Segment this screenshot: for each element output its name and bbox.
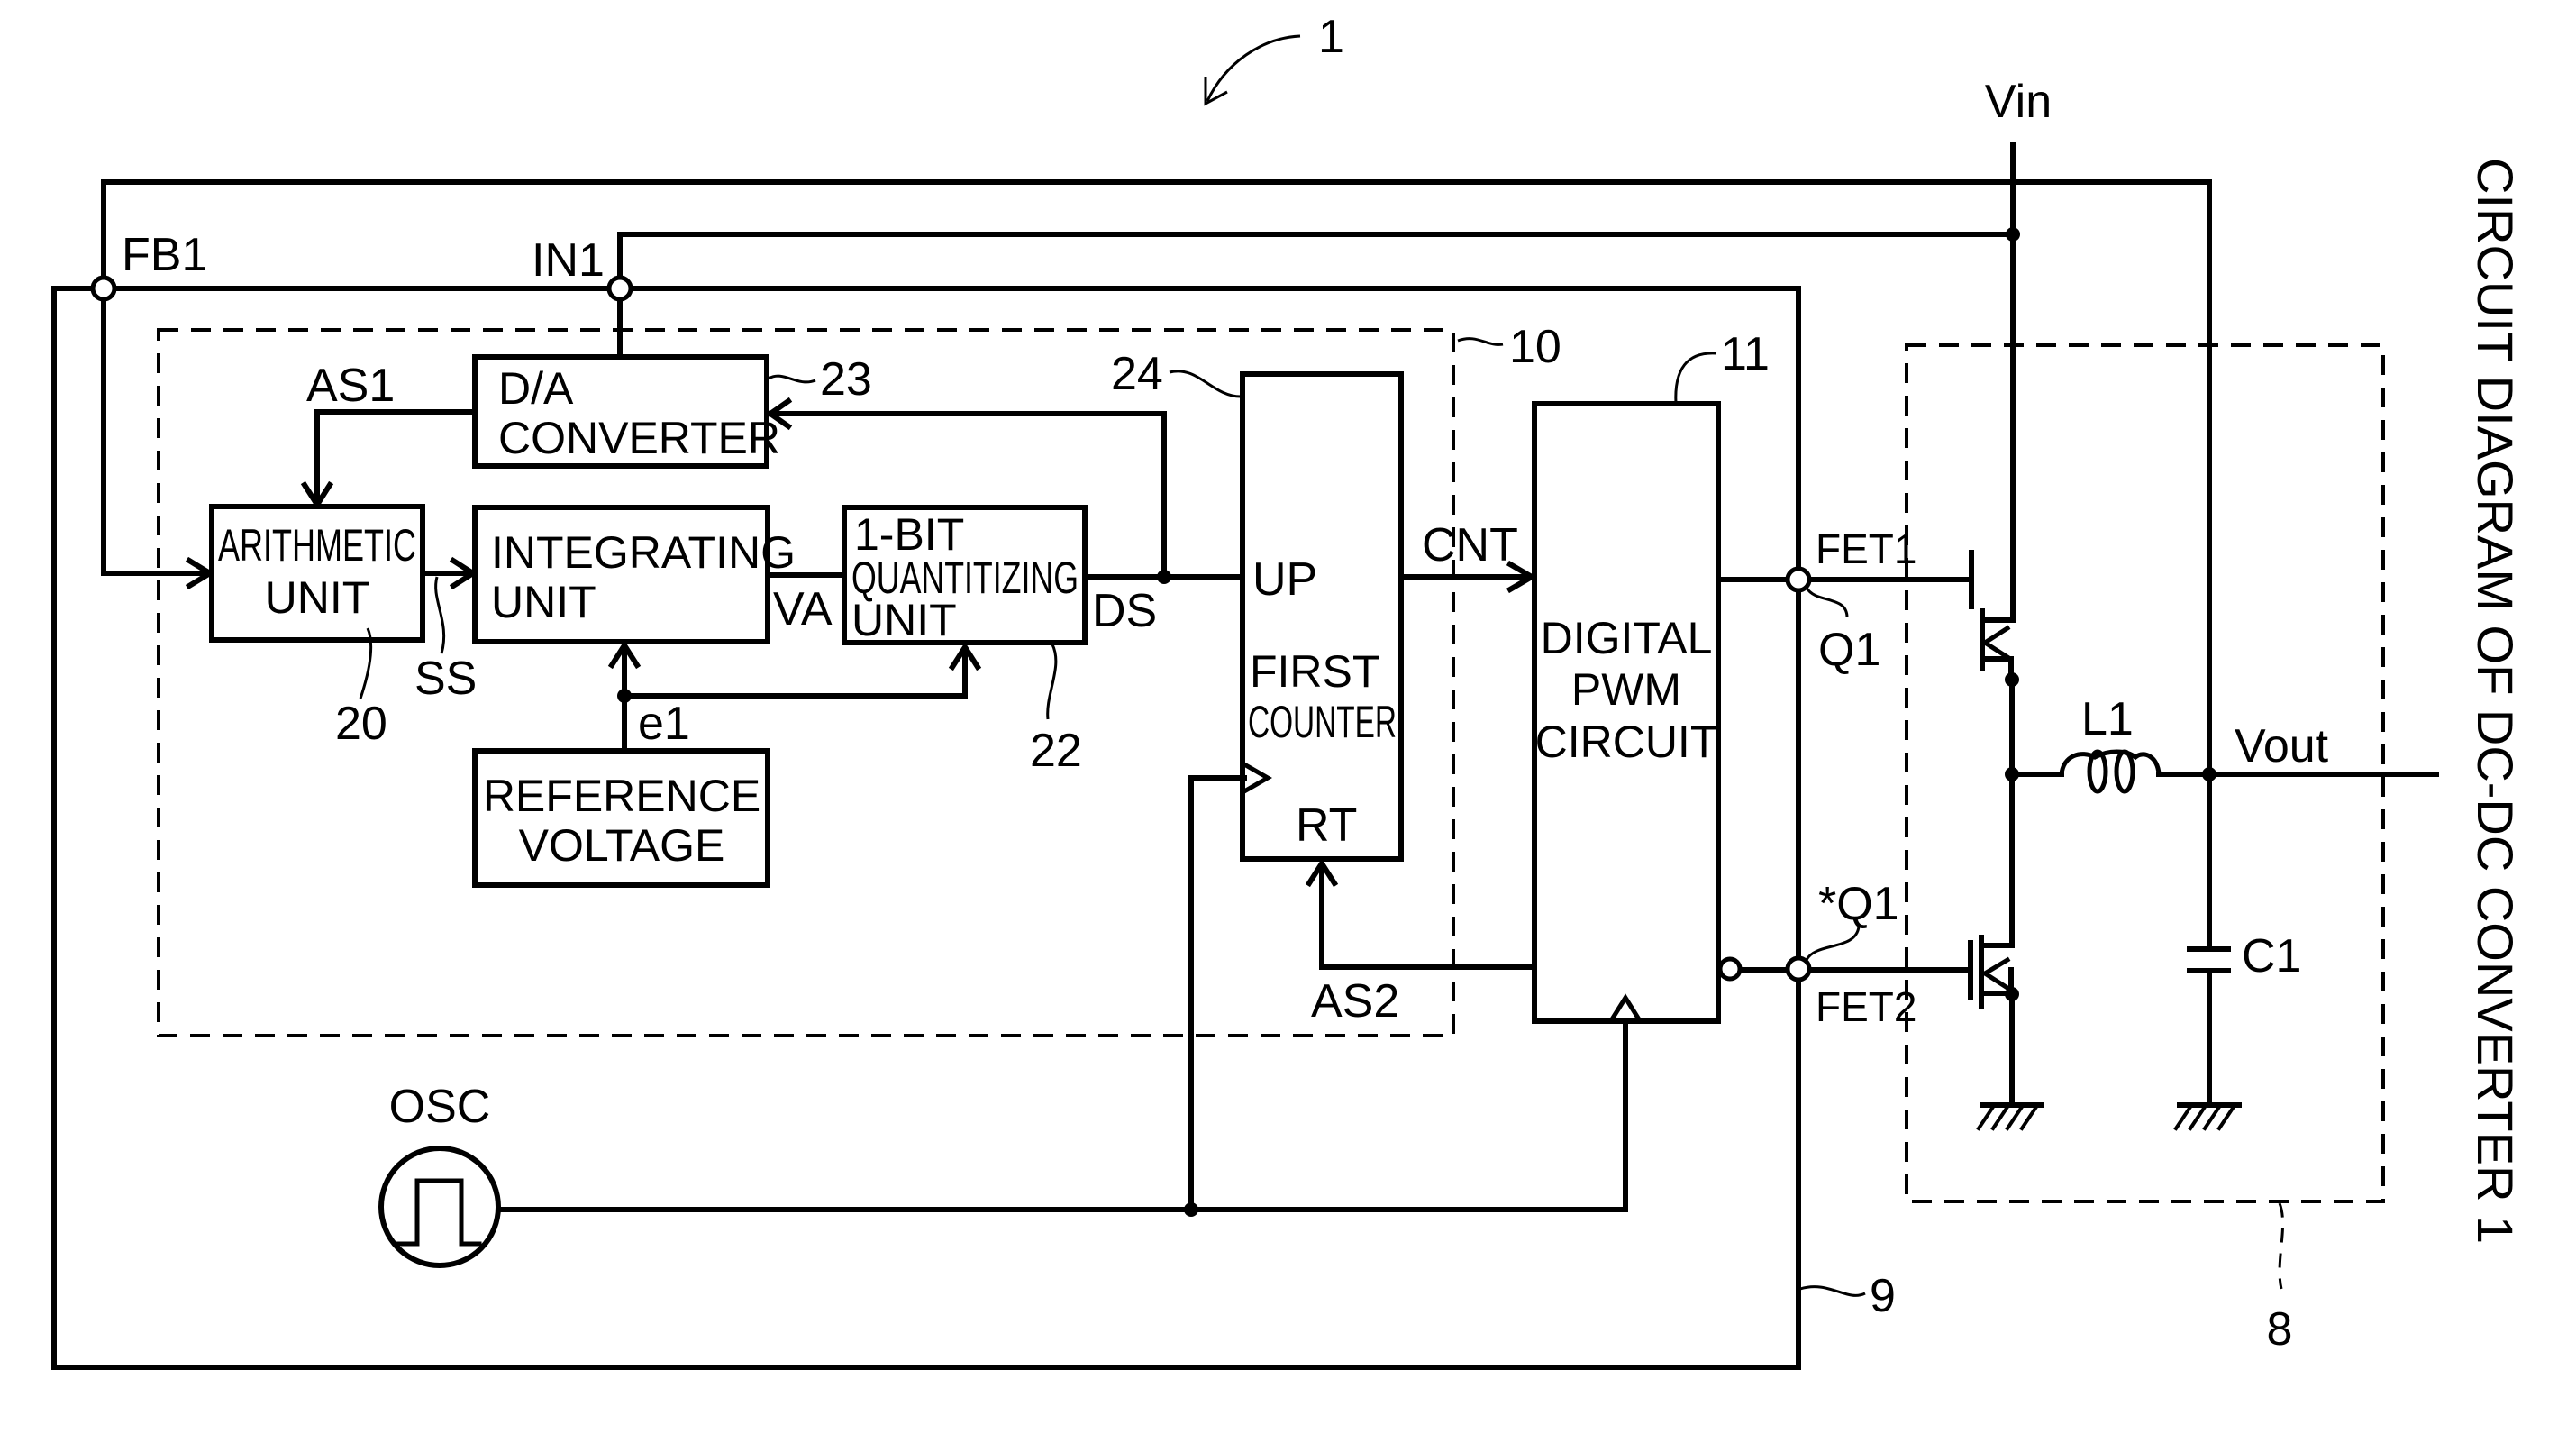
first-counter-label-1: FIRST: [1250, 646, 1379, 697]
oscillator-icon: [378, 1146, 501, 1268]
label-vin: Vin: [1985, 76, 2052, 128]
reference-voltage-label-2: VOLTAGE: [519, 820, 725, 871]
leader-8: [2278, 1202, 2285, 1290]
label-as2: AS2: [1311, 975, 1399, 1028]
label-ds: DS: [1092, 585, 1157, 637]
ref-numeral-11: 11: [1721, 328, 1770, 380]
label-ss: SS: [414, 653, 477, 705]
leader-22: [1046, 644, 1058, 720]
counter-port-rt: RT: [1296, 799, 1357, 852]
leader-23: [768, 374, 816, 384]
terminal-q1-bar: [1785, 955, 1812, 982]
counter-clock-wire: [1188, 775, 1247, 1212]
as2-wire: [1319, 863, 1537, 970]
digital-pwm-label-3: CIRCUIT: [1535, 717, 1718, 767]
ref-numeral-9: 9: [1870, 1270, 1896, 1322]
label-q1-bar: *Q1: [1818, 878, 1899, 930]
leader-ss: [434, 576, 446, 654]
square-wave-icon: [396, 1178, 482, 1247]
arithmetic-unit-label-2: UNIT: [265, 572, 370, 623]
circuit-diagram: 1 CIRCUIT DIAGRAM OF DC-DC CONVERTER 1 F…: [51, 11, 2524, 1370]
figure-title: CIRCUIT DIAGRAM OF DC-DC CONVERTER 1: [2467, 158, 2524, 1244]
ds-junction: [1157, 570, 1171, 584]
label-e1: e1: [638, 698, 690, 750]
oscillator-label: OSC: [389, 1081, 491, 1133]
switch-node-wire: [1980, 677, 2015, 948]
ref-numeral-24: 24: [1111, 348, 1163, 400]
label-q1: Q1: [1818, 624, 1880, 676]
terminal-fb1: [90, 275, 117, 302]
fb1-to-arithmetic-wire: [101, 286, 206, 576]
label-va: VA: [773, 583, 833, 635]
terminal-in1: [606, 275, 633, 302]
input-wire-in1: [617, 232, 2016, 291]
as1-wire: [314, 409, 478, 503]
clock-wire: [496, 1018, 1628, 1212]
figure-ref-leader: [1206, 34, 1301, 102]
ref-numeral-23: 23: [820, 353, 872, 406]
leader-24: [1169, 370, 1242, 398]
leader-9: [1799, 1285, 1866, 1297]
first-counter-block: [1240, 371, 1404, 862]
leader-10: [1457, 337, 1504, 346]
first-counter-label-2: COUNTER: [1248, 697, 1397, 747]
label-as1: AS1: [306, 360, 395, 412]
inverting-bubble: [1717, 956, 1743, 982]
ground-icon-c1: [2173, 1102, 2242, 1131]
ref-numeral-10: 10: [1509, 321, 1561, 373]
label-l1: L1: [2081, 693, 2134, 745]
label-vout: Vout: [2235, 720, 2329, 772]
vin-rail: [1984, 142, 2016, 623]
label-fb1: FB1: [122, 229, 207, 281]
counter-port-up: UP: [1252, 553, 1317, 606]
switch-node-junction: [2005, 767, 2019, 781]
leader-q1: [1805, 587, 1849, 618]
inductor-l1-icon: [2059, 749, 2162, 794]
quantizing-unit-label-3: UNIT: [851, 595, 957, 645]
label-in1: IN1: [532, 234, 605, 287]
label-cnt: CNT: [1422, 519, 1518, 571]
reference-voltage-label-1: REFERENCE: [483, 771, 760, 821]
ref-numeral-20: 20: [335, 698, 387, 750]
ref-numeral-22: 22: [1030, 725, 1082, 777]
da-converter-label-2: CONVERTER: [498, 413, 780, 463]
leader-11: [1674, 352, 1717, 405]
leader-q1-bar: [1805, 926, 1861, 961]
e1-junction: [617, 689, 632, 703]
integrating-unit-label-2: UNIT: [491, 577, 596, 627]
integrating-unit-label-1: INTEGRATING: [491, 527, 796, 578]
figure-reference: 1: [1204, 11, 1344, 106]
label-fet1: FET1: [1816, 525, 1916, 572]
label-fet2: FET2: [1816, 983, 1916, 1030]
da-converter-label-1: D/A: [498, 363, 574, 414]
figure-ref-label: 1: [1318, 11, 1344, 63]
clock-junction: [1184, 1202, 1198, 1217]
vin-junction: [2006, 227, 2020, 242]
digital-pwm-label-2: PWM: [1571, 664, 1681, 715]
arithmetic-unit-label-1: ARITHMETIC: [218, 520, 416, 571]
ground-icon-fet2: [1976, 1102, 2044, 1131]
label-c1: C1: [2242, 930, 2301, 982]
terminal-q1: [1785, 566, 1812, 593]
ref-numeral-8: 8: [2267, 1303, 2293, 1356]
digital-pwm-label-1: DIGITAL: [1541, 613, 1713, 663]
